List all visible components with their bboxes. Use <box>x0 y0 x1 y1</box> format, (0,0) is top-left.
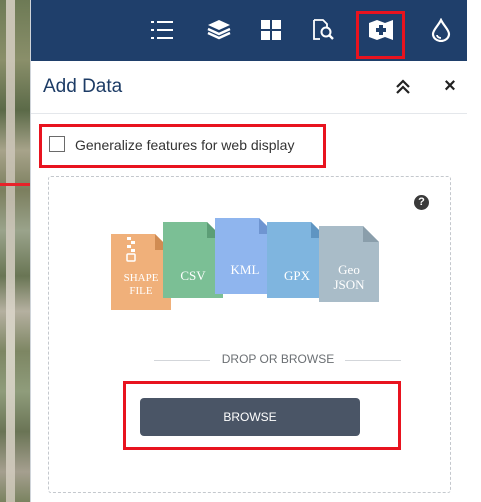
generalize-checkbox[interactable] <box>49 136 65 152</box>
search-document-icon[interactable] <box>307 14 339 46</box>
file-type-label: GPX <box>283 268 310 283</box>
file-type-label: Geo JSON <box>333 262 365 292</box>
panel-title: Add Data <box>43 76 123 97</box>
close-icon[interactable]: × <box>439 75 461 97</box>
file-type-csv: CSV <box>163 222 223 298</box>
supported-file-types: SHAPE FILE CSV KML GPX Geo JSON <box>111 218 387 322</box>
droplet-icon[interactable] <box>425 14 457 46</box>
file-type-gpx: GPX <box>267 222 327 298</box>
browse-button[interactable]: BROWSE <box>140 398 360 436</box>
help-icon[interactable]: ? <box>414 195 429 210</box>
panel-header: Add Data × <box>31 61 468 114</box>
file-type-geojson: Geo JSON <box>319 226 379 302</box>
map-background <box>0 0 30 502</box>
list-icon[interactable] <box>147 14 179 46</box>
layers-icon[interactable] <box>203 14 235 46</box>
generalize-label[interactable]: Generalize features for web display <box>75 137 294 153</box>
file-type-label: CSV <box>180 268 206 283</box>
map-road <box>6 0 15 502</box>
add-data-panel: Add Data × Generalize features for web d… <box>30 0 469 502</box>
file-type-kml: KML <box>215 218 275 294</box>
map-feature-line <box>0 183 30 186</box>
separator-line <box>154 360 210 361</box>
file-type-shapefile: SHAPE FILE <box>111 234 171 310</box>
grid-icon[interactable] <box>255 14 287 46</box>
file-type-label: SHAPE FILE <box>123 272 159 297</box>
separator-line <box>345 360 401 361</box>
widget-toolbar <box>31 0 468 61</box>
page-margin <box>467 0 481 502</box>
collapse-icon[interactable] <box>393 78 413 98</box>
file-type-label: KML <box>230 262 260 277</box>
active-tool-highlight <box>356 11 405 59</box>
drop-or-browse-text: DROP OR BROWSE <box>221 352 335 366</box>
